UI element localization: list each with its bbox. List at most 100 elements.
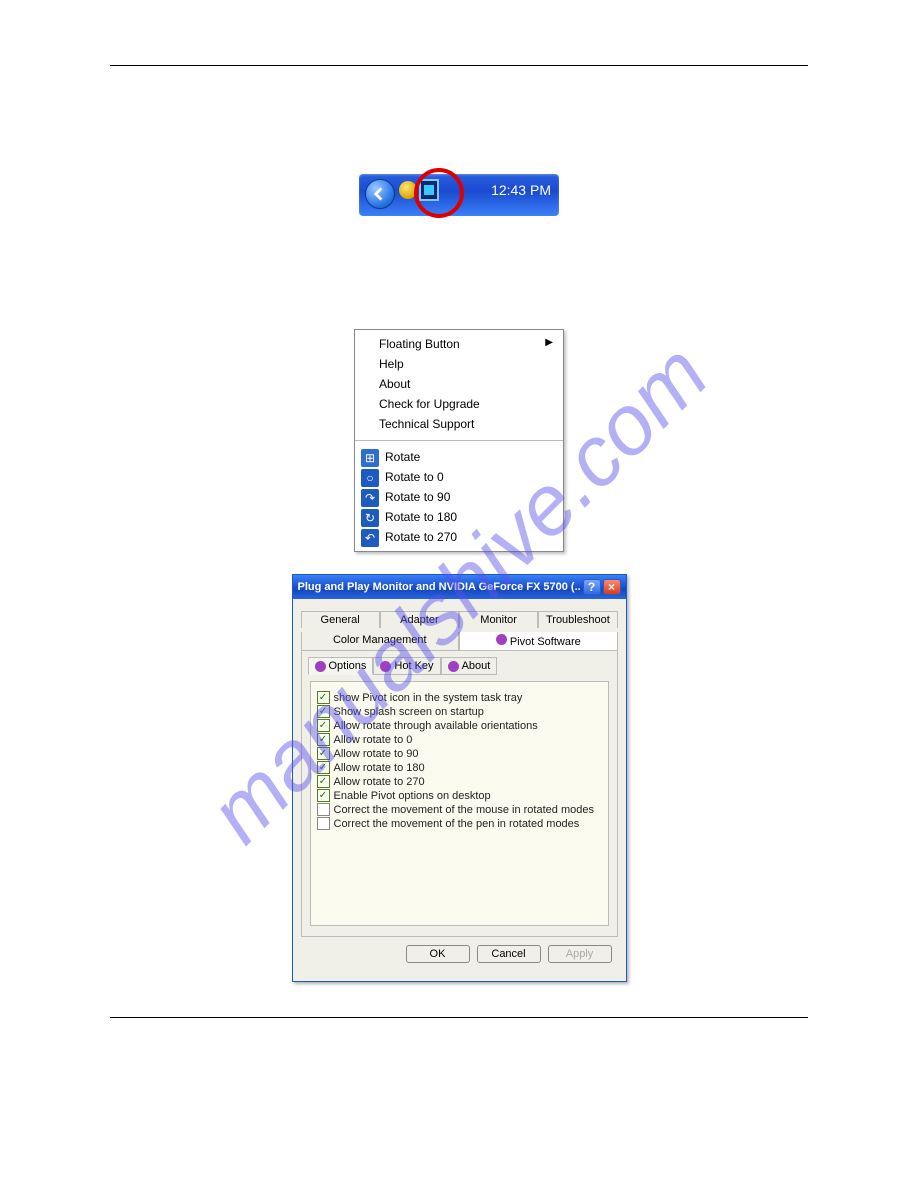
tray-clock: 12:43 PM [491,182,551,198]
option-label: Allow rotate to 180 [334,762,425,774]
checkbox-icon: ✓ [317,775,330,788]
menu-item-label: Rotate to 270 [385,530,457,544]
tab-label: General [321,614,360,626]
option-rotate-through[interactable]: ✓ Allow rotate through available orientat… [317,719,602,732]
rotate-180-icon: ↻ [361,509,379,527]
option-allow-180[interactable]: ✓ Allow rotate to 180 [317,761,602,774]
menu-rotate-180[interactable]: ↻ Rotate to 180 [355,507,563,527]
checkbox-icon: ✓ [317,761,330,774]
rotate-icon: ⊞ [361,449,379,467]
option-correct-mouse[interactable]: ✓ Correct the movement of the mouse in ro… [317,803,602,816]
pivot-icon [315,661,326,672]
option-label: Correct the movement of the mouse in rot… [334,804,594,816]
inner-tab-label: Hot Key [394,660,433,672]
checkbox-icon: ✓ [317,803,330,816]
menu-rotate-270[interactable]: ↶ Rotate to 270 [355,527,563,547]
context-menu: Floating Button Help About Check for Upg… [354,329,564,552]
button-label: Apply [566,948,594,960]
option-allow-0[interactable]: ✓ Allow rotate to 0 [317,733,602,746]
bottom-rule [110,1017,808,1018]
tab-row-1: General Adapter Monitor Troubleshoot [301,611,618,628]
rotate-90-icon: ↷ [361,489,379,507]
menu-help[interactable]: Help [355,354,563,374]
help-button[interactable]: ? [583,579,601,595]
checkbox-icon: ✓ [317,747,330,760]
checkbox-icon: ✓ [317,817,330,830]
checkbox-icon: ✓ [317,733,330,746]
close-button[interactable]: × [603,579,621,595]
ok-button[interactable]: OK [406,945,470,963]
tab-label: Pivot Software [510,636,581,648]
menu-rotate-90[interactable]: ↷ Rotate to 90 [355,487,563,507]
option-label: Allow rotate to 90 [334,748,419,760]
checkbox-icon: ✓ [317,705,330,718]
menu-item-label: About [379,377,410,391]
inner-tab-about[interactable]: About [441,657,498,675]
cancel-button[interactable]: Cancel [477,945,541,963]
tab-label: Troubleshoot [546,614,610,626]
pivot-icon [496,634,507,645]
menu-separator [355,440,563,441]
menu-rotate-0[interactable]: ○Rotate to 0 [355,467,563,487]
tab-adapter[interactable]: Adapter [380,611,459,628]
button-label: OK [430,948,446,960]
option-show-splash[interactable]: ✓ Show splash screen on startup [317,705,602,718]
menu-floating-button[interactable]: Floating Button [355,334,563,354]
menu-item-label: Floating Button [379,337,460,351]
option-allow-90[interactable]: ✓ Allow rotate to 90 [317,747,602,760]
tab-row-2: Color Management Pivot Software [301,632,618,650]
option-label: Allow rotate to 270 [334,776,425,788]
system-tray: 12:43 PM [359,166,559,224]
option-enable-desktop[interactable]: ✓ Enable Pivot options on desktop [317,789,602,802]
options-box: ✓ show Pivot icon in the system task tray… [310,681,609,926]
tray-expand-arrow-icon[interactable] [365,179,395,209]
tab-label: Adapter [400,614,439,626]
menu-about[interactable]: About [355,374,563,394]
option-show-tray-icon[interactable]: ✓ show Pivot icon in the system task tray [317,691,602,704]
option-correct-pen[interactable]: ✓ Correct the movement of the pen in rota… [317,817,602,830]
option-label: Show splash screen on startup [334,706,484,718]
menu-item-label: Rotate to 90 [385,490,450,504]
checkbox-icon: ✓ [317,691,330,704]
inner-tab-hotkey[interactable]: Hot Key [373,657,440,675]
checkbox-icon: ✓ [317,789,330,802]
top-rule [110,65,808,66]
menu-item-label: Check for Upgrade [379,397,480,411]
menu-item-label: Help [379,357,404,371]
menu-item-label: Rotate [385,450,420,464]
checkbox-icon: ✓ [317,719,330,732]
tab-color-management[interactable]: Color Management [301,632,460,650]
red-highlight-circle [414,168,464,218]
rotate-270-icon: ↶ [361,529,379,547]
dialog-button-row: OK Cancel Apply [301,937,618,973]
option-allow-270[interactable]: ✓ Allow rotate to 270 [317,775,602,788]
tab-pivot-software[interactable]: Pivot Software [459,632,618,650]
properties-dialog: Plug and Play Monitor and NVIDIA GeForce… [292,574,627,982]
apply-button[interactable]: Apply [548,945,612,963]
option-label: Correct the movement of the pen in rotat… [334,818,580,830]
dialog-title: Plug and Play Monitor and NVIDIA GeForce… [298,581,581,593]
option-label: Allow rotate through available orientati… [334,720,538,732]
tab-troubleshoot[interactable]: Troubleshoot [538,611,617,628]
menu-technical-support[interactable]: Technical Support [355,414,563,434]
tab-label: Color Management [333,634,427,646]
tab-panel: Options Hot Key About ✓ show Pivot icon i… [301,650,618,937]
pivot-icon [380,661,391,672]
inner-tab-label: About [462,660,491,672]
tab-monitor[interactable]: Monitor [459,611,538,628]
tab-label: Monitor [480,614,517,626]
option-label: Allow rotate to 0 [334,734,413,746]
inner-tab-options[interactable]: Options [308,657,374,675]
button-label: Cancel [491,948,525,960]
inner-tab-row: Options Hot Key About [306,655,613,675]
option-label: Enable Pivot options on desktop [334,790,491,802]
menu-item-label: Rotate to 180 [385,510,457,524]
tab-general[interactable]: General [301,611,380,628]
option-label: show Pivot icon in the system task tray [334,692,523,704]
tray-screenshot: 12:43 PM [110,166,808,229]
menu-rotate[interactable]: ⊞ Rotate [355,447,563,467]
dialog-titlebar[interactable]: Plug and Play Monitor and NVIDIA GeForce… [293,575,626,599]
rotate-0-icon: ○ [361,469,379,487]
menu-check-upgrade[interactable]: Check for Upgrade [355,394,563,414]
menu-item-label: Technical Support [379,417,474,431]
